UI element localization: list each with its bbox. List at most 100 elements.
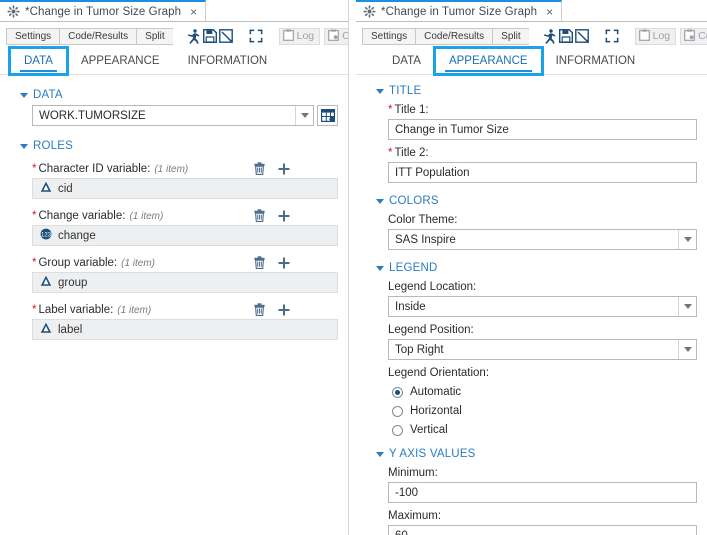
right-form: TITLE * Title 1: Change in Tumor Size * … xyxy=(356,75,707,535)
close-icon[interactable]: × xyxy=(546,6,553,18)
right-window-tab[interactable]: *Change in Tumor Size Graph × xyxy=(356,0,563,21)
trash-icon[interactable] xyxy=(254,162,265,175)
tab-information[interactable]: INFORMATION xyxy=(542,48,650,74)
role-block: * Label variable: (1 item) label xyxy=(32,303,338,340)
log-button-label: Log xyxy=(652,30,671,42)
chevron-down-icon[interactable] xyxy=(678,297,696,316)
title1-label-row: * Title 1: xyxy=(388,104,697,116)
tab-appearance[interactable]: APPEARANCE xyxy=(67,48,174,74)
code-button-label: Code xyxy=(342,30,349,42)
code-button[interactable]: Code xyxy=(680,27,707,45)
maximize-icon[interactable] xyxy=(249,27,263,45)
gear-icon xyxy=(7,5,20,18)
color-theme-value: SAS Inspire xyxy=(395,233,456,246)
legend-position-label: Legend Position: xyxy=(388,324,474,336)
chevron-down-icon xyxy=(20,92,28,98)
gear-icon xyxy=(363,5,376,18)
settings-button[interactable]: Settings xyxy=(6,27,60,45)
plus-icon[interactable] xyxy=(278,210,290,222)
tab-data[interactable]: DATA xyxy=(378,48,435,74)
run-icon[interactable] xyxy=(187,27,201,45)
group-title[interactable]: TITLE xyxy=(376,85,697,97)
trash-icon[interactable] xyxy=(254,209,265,222)
role-label: Character ID variable: xyxy=(38,162,151,175)
code-button[interactable]: Code xyxy=(324,27,349,45)
dataset-row: WORK.TUMORSIZE xyxy=(32,105,338,126)
legend-location-label: Legend Location: xyxy=(388,281,477,293)
legend-position-select[interactable]: Top Right xyxy=(388,339,697,360)
log-button[interactable]: Log xyxy=(278,27,321,45)
left-section-tabs: DATA APPEARANCE INFORMATION xyxy=(0,46,348,76)
group-legend[interactable]: LEGEND xyxy=(376,262,697,274)
right-window-tabbar: *Change in Tumor Size Graph × xyxy=(356,0,707,22)
group-y-axis-label: Y AXIS VALUES xyxy=(389,448,476,460)
required-marker: * xyxy=(388,147,393,159)
role-count: (1 item) xyxy=(117,304,152,316)
role-block: * Change variable: (1 item) 123 change xyxy=(32,209,338,246)
code-icon xyxy=(684,29,696,44)
table-select-icon[interactable] xyxy=(317,105,338,126)
group-colors[interactable]: COLORS xyxy=(376,195,697,207)
chevron-down-icon xyxy=(376,198,384,204)
left-window-tab[interactable]: *Change in Tumor Size Graph × xyxy=(0,0,207,21)
legend-location-value: Inside xyxy=(395,300,426,313)
radio-horizontal[interactable]: Horizontal xyxy=(392,405,697,417)
role-label: Group variable: xyxy=(38,256,118,269)
code-results-button[interactable]: Code/Results xyxy=(415,27,493,45)
data-group-body: WORK.TUMORSIZE xyxy=(12,105,338,126)
radio-vertical-label: Vertical xyxy=(410,424,448,436)
trash-icon[interactable] xyxy=(254,303,265,316)
split-button[interactable]: Split xyxy=(492,27,529,45)
legend-group-body: Legend Location: Inside Legend Position:… xyxy=(368,281,697,436)
chevron-down-icon[interactable] xyxy=(678,230,696,249)
save-as-icon[interactable] xyxy=(218,27,233,45)
title2-input[interactable]: ITT Population xyxy=(388,162,697,183)
group-data[interactable]: DATA xyxy=(20,89,338,101)
group-legend-label: LEGEND xyxy=(389,262,438,274)
log-button-label: Log xyxy=(296,30,315,42)
title1-value: Change in Tumor Size xyxy=(395,123,509,136)
save-icon[interactable] xyxy=(558,27,573,45)
title2-label-row: * Title 2: xyxy=(388,147,697,159)
maximum-input[interactable]: 60 xyxy=(388,525,697,535)
radio-vertical[interactable]: Vertical xyxy=(392,424,697,436)
sas-studio-task-screen: *Change in Tumor Size Graph × Settings C… xyxy=(0,0,707,535)
tab-information[interactable]: INFORMATION xyxy=(174,48,282,74)
code-results-button[interactable]: Code/Results xyxy=(59,27,137,45)
tab-appearance[interactable]: APPEARANCE xyxy=(432,46,544,76)
trash-icon[interactable] xyxy=(254,256,265,269)
role-variable-item[interactable]: group xyxy=(32,272,338,293)
role-variable-item[interactable]: label xyxy=(32,319,338,340)
plus-icon[interactable] xyxy=(278,304,290,316)
maximize-icon[interactable] xyxy=(605,27,619,45)
log-button[interactable]: Log xyxy=(634,27,677,45)
group-colors-label: COLORS xyxy=(389,195,439,207)
radio-automatic[interactable]: Automatic xyxy=(392,386,697,398)
chevron-down-icon xyxy=(20,143,28,149)
title1-input[interactable]: Change in Tumor Size xyxy=(388,119,697,140)
role-variable-item[interactable]: cid xyxy=(32,178,338,199)
dataset-select[interactable]: WORK.TUMORSIZE xyxy=(32,105,314,126)
chevron-down-icon[interactable] xyxy=(295,106,313,125)
close-icon[interactable]: × xyxy=(190,6,197,18)
group-roles[interactable]: ROLES xyxy=(20,140,338,152)
run-icon[interactable] xyxy=(543,27,557,45)
radio-icon xyxy=(392,386,403,398)
color-theme-select[interactable]: SAS Inspire xyxy=(388,229,697,250)
plus-icon[interactable] xyxy=(278,257,290,269)
save-as-icon[interactable] xyxy=(574,27,589,45)
save-icon[interactable] xyxy=(202,27,217,45)
role-variable-item[interactable]: 123 change xyxy=(32,225,338,246)
left-form: DATA WORK.TUMORSIZE ROLES * Character ID… xyxy=(0,75,348,535)
settings-button[interactable]: Settings xyxy=(362,27,416,45)
minimum-input[interactable]: -100 xyxy=(388,482,697,503)
plus-icon[interactable] xyxy=(278,163,290,175)
maximum-label: Maximum: xyxy=(388,510,442,522)
group-y-axis-values[interactable]: Y AXIS VALUES xyxy=(376,448,697,460)
tab-data[interactable]: DATA xyxy=(8,46,69,76)
code-icon xyxy=(328,29,340,44)
title2-label: Title 2: xyxy=(394,147,429,159)
legend-location-select[interactable]: Inside xyxy=(388,296,697,317)
split-button[interactable]: Split xyxy=(136,27,173,45)
chevron-down-icon[interactable] xyxy=(678,340,696,359)
